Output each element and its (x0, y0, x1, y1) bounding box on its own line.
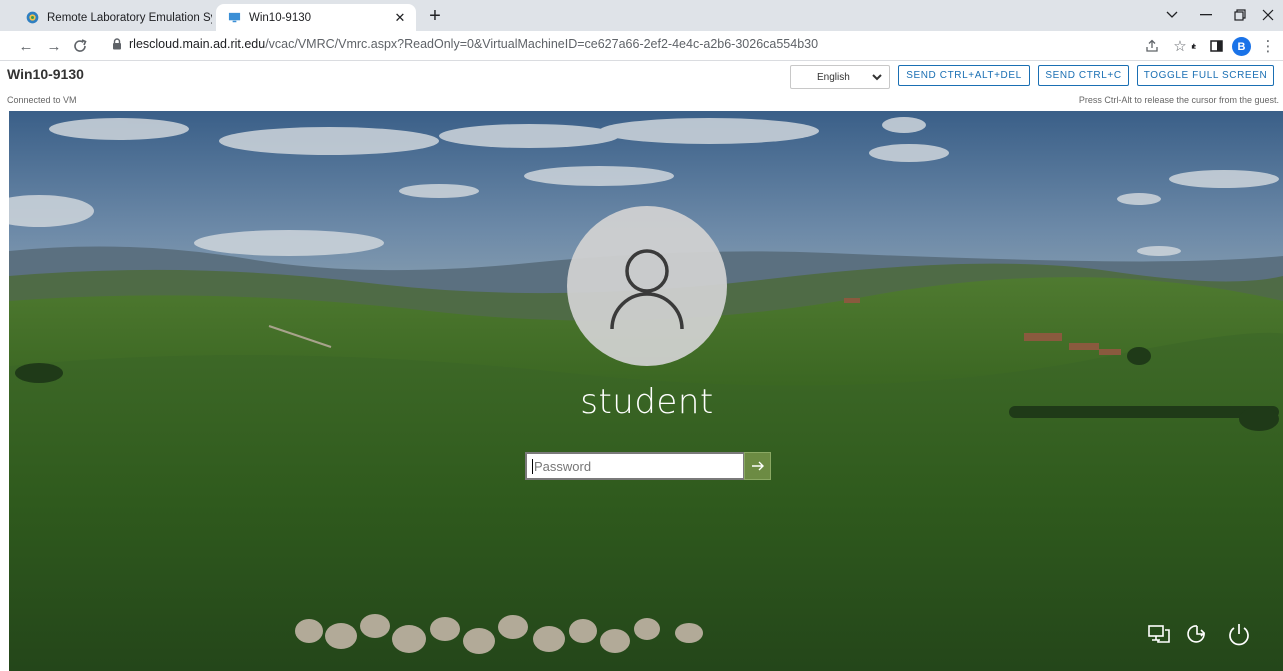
vm-console[interactable]: student Password (9, 111, 1283, 671)
vmrc-header: Win10-9130 Connected to VM English SEND … (0, 61, 1283, 111)
new-tab-button[interactable]: + (424, 5, 446, 27)
back-icon[interactable]: ← (16, 36, 36, 56)
username-label: student (580, 382, 714, 422)
language-select[interactable]: English (790, 65, 890, 89)
vm-title: Win10-9130 (7, 66, 84, 82)
profile-avatar[interactable]: B (1232, 37, 1251, 56)
user-profile-icon (610, 249, 684, 330)
extensions-icon[interactable] (1177, 36, 1197, 56)
network-icon[interactable] (1146, 621, 1172, 647)
url-domain: rlescloud.main.ad.rit.edu (129, 37, 266, 51)
tab-strip: Remote Laboratory Emulation Sy ✕ Win10-9… (0, 0, 1283, 31)
lock-icon (113, 38, 121, 50)
window-close-icon[interactable] (1251, 4, 1283, 26)
ease-of-access-icon[interactable] (1184, 621, 1210, 647)
language-value: English (817, 71, 850, 83)
share-icon[interactable] (1142, 36, 1162, 56)
send-ctrl-c-button[interactable]: SEND CTRL+C (1038, 65, 1129, 86)
forward-icon[interactable]: → (44, 36, 64, 56)
text-caret (532, 458, 533, 474)
reload-icon[interactable] (70, 36, 90, 56)
tab-win10-9130[interactable]: Win10-9130 ✕ (216, 4, 416, 31)
url-path: /vcac/VMRC/Vmrc.aspx?ReadOnly=0&VirtualM… (265, 37, 819, 51)
toggle-full-screen-button[interactable]: TOGGLE FULL SCREEN (1137, 65, 1274, 86)
address-bar[interactable]: rlescloud.main.ad.rit.edu/vcac/VMRC/Vmrc… (112, 37, 818, 51)
password-input[interactable]: Password (525, 452, 745, 480)
arrow-right-icon (751, 461, 764, 471)
tab-title: Win10-9130 (249, 11, 312, 24)
tab-search-chevron-icon[interactable] (1155, 4, 1189, 26)
tab-title: Remote Laboratory Emulation Sy (47, 11, 212, 24)
monitor-icon (228, 12, 241, 23)
power-icon[interactable] (1226, 621, 1252, 647)
tab-remote-laboratory[interactable]: Remote Laboratory Emulation Sy ✕ (14, 4, 236, 31)
close-icon[interactable]: ✕ (392, 10, 408, 26)
send-ctrl-alt-del-button[interactable]: SEND CTRL+ALT+DEL (898, 65, 1030, 86)
more-menu-icon[interactable]: ⋮ (1258, 36, 1278, 56)
submit-arrow-button[interactable] (744, 452, 771, 480)
user-avatar (567, 206, 727, 366)
minimize-icon[interactable] (1189, 4, 1223, 26)
connection-status: Connected to VM (7, 95, 77, 105)
toolbar: ← → rlescloud.main.ad.rit.edu/vcac/VMRC/… (0, 31, 1283, 61)
chevron-down-icon (872, 74, 882, 81)
side-panel-icon[interactable] (1206, 36, 1226, 56)
rles-globe-icon (26, 11, 39, 24)
release-cursor-hint: Press Ctrl-Alt to release the cursor fro… (1078, 95, 1279, 105)
password-placeholder: Password (534, 458, 592, 474)
